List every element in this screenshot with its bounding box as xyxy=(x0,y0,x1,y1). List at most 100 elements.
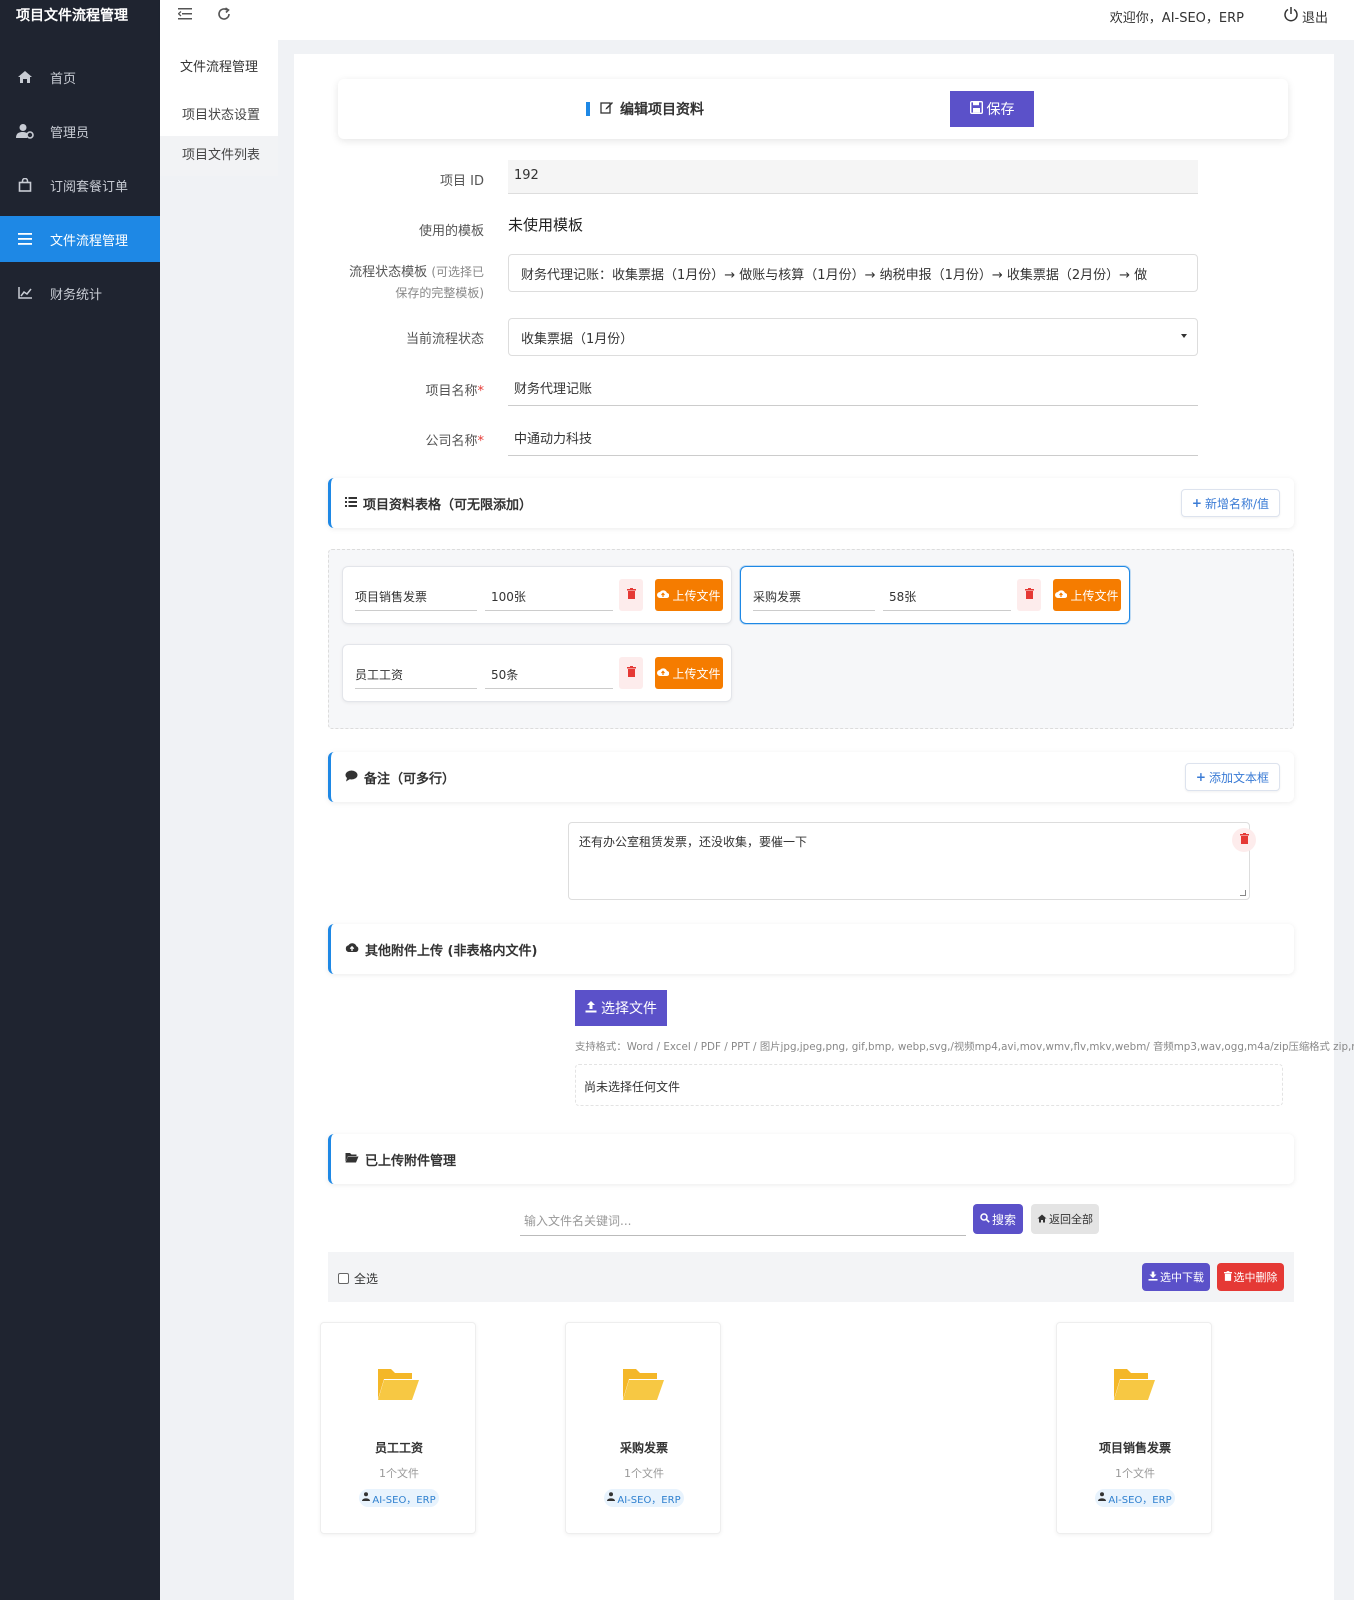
table-section-title: 项目资料表格（可无限添加） xyxy=(345,494,532,513)
resize-handle-icon[interactable] xyxy=(1240,890,1246,896)
table-row: 员工工资 50条 上传文件 xyxy=(342,644,732,702)
project-name-input[interactable]: 财务代理记账 xyxy=(508,368,1198,406)
folder-name: 员工工资 xyxy=(374,1441,423,1455)
folder-card[interactable]: 员工工资 1个文件 AI-SEO，ERP xyxy=(320,1322,476,1534)
delete-note-button[interactable] xyxy=(1232,828,1256,852)
accent-bar xyxy=(586,102,590,116)
current-state-select[interactable]: 收集票据（1月份） xyxy=(508,318,1198,356)
back-all-button[interactable]: 返回全部 xyxy=(1031,1204,1099,1234)
collapse-menu-icon[interactable] xyxy=(177,6,194,25)
upload-file-button[interactable]: 上传文件 xyxy=(1053,579,1121,611)
delete-row-button[interactable] xyxy=(619,579,643,611)
row-value-input[interactable]: 50条 xyxy=(485,659,613,689)
project-id-label: 项目 ID xyxy=(440,174,484,189)
search-input[interactable]: 输入文件名关键词... xyxy=(520,1204,966,1236)
add-textbox-button[interactable]: + 添加文本框 xyxy=(1184,763,1280,791)
edit-header: 编辑项目资料 保存 xyxy=(338,79,1288,139)
folder-card[interactable]: 采购发票 1个文件 AI-SEO，ERP xyxy=(565,1322,721,1534)
upload-label: 上传文件 xyxy=(1070,588,1119,603)
company-name-input[interactable]: 中通动力科技 xyxy=(508,418,1198,456)
row-name-input[interactable]: 采购发票 xyxy=(753,581,875,611)
current-state-label: 当前流程状态 xyxy=(405,332,484,347)
select-all-label: 全选 xyxy=(354,1272,379,1286)
trash-icon xyxy=(626,587,636,603)
user-icon xyxy=(607,1492,616,1504)
notes-section-label: 备注（可多行） xyxy=(364,772,456,787)
search-button[interactable]: 搜索 xyxy=(973,1204,1023,1234)
delete-row-button[interactable] xyxy=(619,657,643,689)
comment-icon xyxy=(345,770,358,786)
template-label: 使用的模板 xyxy=(418,224,484,239)
top-bar: 欢迎你，AI-SEO，ERP 退出 xyxy=(160,0,1354,40)
folder-open-icon xyxy=(376,1365,420,1407)
table-row: 项目销售发票 100张 上传文件 xyxy=(342,566,732,624)
upload-section-title: 其他附件上传 (非表格内文件) xyxy=(345,940,537,959)
row-value-input[interactable]: 100张 xyxy=(485,581,613,611)
submenu-item-file-list[interactable]: 项目文件列表 xyxy=(160,136,278,176)
trash-icon xyxy=(626,665,636,681)
save-button[interactable]: 保存 xyxy=(950,91,1034,127)
row-name-input[interactable]: 员工工资 xyxy=(355,659,477,689)
sidebar-item-orders[interactable]: 订阅套餐订单 xyxy=(0,162,160,208)
submenu-item-status-settings[interactable]: 项目状态设置 xyxy=(160,96,278,136)
back-all-label: 返回全部 xyxy=(1049,1213,1093,1226)
delete-row-button[interactable] xyxy=(1017,579,1041,611)
app-title: 项目文件流程管理 xyxy=(16,8,128,24)
sidebar-item-file-flow[interactable]: 文件流程管理 xyxy=(0,216,160,262)
folder-count: 1个文件 xyxy=(624,1467,664,1480)
sidebar-item-label: 首页 xyxy=(50,71,77,87)
search-icon xyxy=(980,1212,990,1226)
download-selected-label: 选中下载 xyxy=(1160,1271,1204,1284)
user-icon xyxy=(362,1492,371,1504)
owner-badge: AI-SEO，ERP xyxy=(1095,1489,1175,1507)
flow-template-hint: (可选择已 xyxy=(431,265,484,279)
add-textbox-label: 添加文本框 xyxy=(1208,770,1269,785)
chevron-down-icon xyxy=(1181,334,1187,338)
flow-template-select[interactable]: 财务代理记账：收集票据（1月份）→ 做账与核算（1月份）→ 纳税申报（1月份）→… xyxy=(508,254,1198,292)
welcome-text: 欢迎你，AI-SEO，ERP xyxy=(1109,11,1244,26)
folder-open-icon xyxy=(1112,1365,1156,1407)
company-name-label: 公司名称* xyxy=(425,430,484,449)
sidebar: 项目文件流程管理 首页 管理员 订阅套餐订单 文件流程管理 财务统计 xyxy=(0,0,160,1600)
add-name-value-label: 新增名称/值 xyxy=(1204,496,1269,511)
add-name-value-button[interactable]: + 新增名称/值 xyxy=(1180,489,1280,517)
sidebar-item-label: 财务统计 xyxy=(50,287,103,303)
row-value-input[interactable]: 58张 xyxy=(883,581,1011,611)
checkbox-icon xyxy=(338,1273,349,1284)
flow-template-label: 流程状态模板 (可选择已 保存的完整模板) xyxy=(349,262,484,304)
owner-label: AI-SEO，ERP xyxy=(372,1494,436,1506)
supported-formats-text: 支持格式：Word / Excel / PDF / PPT / 图片jpg,jp… xyxy=(575,1038,1354,1054)
sidebar-item-admin[interactable]: 管理员 xyxy=(0,108,160,154)
row-name-input[interactable]: 项目销售发票 xyxy=(355,581,477,611)
trash-icon xyxy=(1239,832,1249,848)
upload-label: 上传文件 xyxy=(672,666,721,681)
sidebar-item-finance[interactable]: 财务统计 xyxy=(0,270,160,316)
list-icon xyxy=(345,496,357,511)
trash-icon xyxy=(1223,1270,1232,1284)
note-textarea[interactable]: 还有办公室租赁发票，还没收集，要催一下 xyxy=(568,822,1250,900)
owner-badge: AI-SEO，ERP xyxy=(359,1489,439,1507)
cloud-upload-icon xyxy=(657,666,670,680)
manage-section-header: 已上传附件管理 xyxy=(328,1134,1294,1184)
supported-formats-label: 支持格式：Word / Excel / PDF / PPT / 图片jpg,jp… xyxy=(575,1040,1354,1053)
choose-file-button[interactable]: 选择文件 xyxy=(575,990,667,1026)
save-label: 保存 xyxy=(986,101,1015,117)
refresh-icon[interactable] xyxy=(216,6,232,26)
upload-section-label: 其他附件上传 (非表格内文件) xyxy=(365,944,538,959)
folder-name: 采购发票 xyxy=(619,1441,668,1455)
folder-count: 1个文件 xyxy=(1115,1467,1155,1480)
logout-button[interactable]: 退出 xyxy=(1283,6,1328,26)
delete-selected-button[interactable]: 选中删除 xyxy=(1217,1263,1284,1291)
upload-label: 上传文件 xyxy=(672,588,721,603)
table-row: 采购发票 58张 上传文件 xyxy=(740,566,1130,624)
select-all-checkbox[interactable]: 全选 xyxy=(338,1270,378,1287)
plus-icon: + xyxy=(1191,496,1202,510)
sidebar-item-home[interactable]: 首页 xyxy=(0,54,160,100)
upload-file-button[interactable]: 上传文件 xyxy=(655,579,723,611)
upload-section-header: 其他附件上传 (非表格内文件) xyxy=(328,924,1294,974)
upload-file-button[interactable]: 上传文件 xyxy=(655,657,723,689)
manage-section-label: 已上传附件管理 xyxy=(365,1154,457,1169)
project-id-field: 192 xyxy=(508,160,1198,194)
download-selected-button[interactable]: 选中下载 xyxy=(1142,1263,1210,1291)
folder-card[interactable]: 项目销售发票 1个文件 AI-SEO，ERP xyxy=(1056,1322,1212,1534)
